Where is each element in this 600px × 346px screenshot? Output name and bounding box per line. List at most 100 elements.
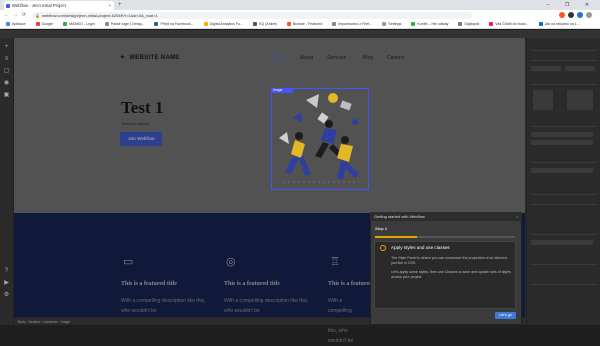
reload-icon[interactable]: ⟳ (22, 10, 26, 20)
element-selection-tag[interactable]: Image (271, 88, 293, 93)
url-input[interactable]: 🔒 webflow.com/design/jenn-initial-projec… (32, 11, 472, 19)
bookmark-favicon-icon (203, 22, 208, 26)
close-icon[interactable]: × (516, 212, 518, 221)
style-field[interactable] (531, 168, 593, 173)
style-field[interactable] (531, 132, 593, 137)
bookmark-favicon-icon (35, 22, 40, 26)
bookmark-label: Importováno z Firef... (338, 22, 373, 26)
bookmark-item[interactable]: Settings (382, 22, 401, 26)
bookmark-item[interactable]: Kontin – Hle odkaty (411, 22, 448, 26)
style-panel-row[interactable] (531, 278, 597, 285)
hero-illustration-svg (271, 88, 369, 190)
style-panel-row[interactable] (531, 54, 597, 61)
extension-icon[interactable] (577, 12, 583, 18)
onboarding-header-title: Getting started with Webflow (374, 214, 425, 219)
nav-link-about[interactable]: About (300, 55, 313, 61)
style-panel-row[interactable] (531, 228, 597, 235)
help-icon[interactable]: ? (3, 268, 10, 275)
window-controls[interactable]: – ❐ ✕ (547, 0, 596, 10)
hero-section[interactable] (14, 38, 525, 213)
feature-title[interactable]: This is a featured title (224, 281, 280, 287)
bookmark-item[interactable]: MAMKO - Login (63, 22, 95, 26)
url-text: webflow.com/design/jenn-initial-project-… (42, 12, 158, 18)
hero-illustration[interactable] (271, 88, 369, 190)
back-icon[interactable]: ← (4, 10, 9, 20)
style-field[interactable] (531, 140, 593, 145)
nav-link-contact[interactable]: Contact (387, 55, 404, 61)
style-panel (526, 38, 600, 325)
hero-button[interactable]: Join Webflow (120, 132, 162, 146)
bookmark-favicon-icon (489, 22, 494, 26)
new-tab-button[interactable]: + (118, 0, 122, 10)
bookmark-item[interactable]: Browse - Featured (286, 22, 323, 26)
feature-icon: ▭ (123, 256, 134, 268)
style-panel-row[interactable] (531, 188, 597, 195)
bookmark-item[interactable]: Vila Čiňaři do budo... (489, 22, 529, 26)
bookmark-item[interactable]: Google (35, 22, 53, 26)
style-panel-row[interactable] (531, 44, 597, 51)
browser-tab[interactable]: Webflow - Jenn Initial Project × (4, 1, 114, 10)
add-panel-icon[interactable]: + (3, 44, 10, 51)
style-panel-row[interactable] (531, 198, 597, 205)
nav-link-home[interactable]: Home (271, 55, 284, 61)
nav-link-blog[interactable]: Blog (363, 55, 373, 61)
extension-icon[interactable] (568, 12, 574, 18)
spacing-box[interactable] (533, 90, 553, 110)
bookmark-favicon-icon (6, 22, 10, 26)
style-panel-row[interactable] (531, 120, 597, 127)
settings-icon[interactable]: ⚙ (3, 292, 10, 299)
onboarding-step-label: Step 2 (375, 226, 388, 231)
style-panel-row[interactable] (531, 258, 597, 265)
bookmark-item[interactable]: Digital Analytics Fu... (203, 22, 243, 26)
feature-title[interactable]: This is a featured title (121, 281, 177, 287)
extension-icons (559, 12, 592, 18)
assets-icon[interactable]: ▣ (3, 92, 10, 99)
hero-subtext[interactable]: Testovací stránka (121, 122, 149, 126)
cms-icon[interactable]: ◉ (3, 80, 10, 87)
profile-avatar-icon[interactable] (586, 12, 592, 18)
navigator-icon[interactable]: ≡ (3, 56, 10, 63)
pages-icon[interactable]: ▢ (3, 68, 10, 75)
hero-heading[interactable]: Test 1 (121, 98, 163, 118)
style-field[interactable] (565, 66, 595, 71)
task-status-icon (380, 245, 386, 251)
tab-close-icon[interactable]: × (109, 1, 111, 10)
bookmark-label: Aplikace (12, 22, 26, 26)
style-panel-row[interactable] (531, 156, 597, 163)
extension-icon[interactable] (559, 12, 565, 18)
site-logo[interactable]: ✦ WEBSITE NAME (120, 54, 180, 61)
style-field[interactable] (531, 66, 561, 71)
forward-icon[interactable]: → (13, 10, 18, 20)
bookmark-item[interactable]: Digitopoli (458, 22, 479, 26)
bookmark-item[interactable]: SQ (Anket) (253, 22, 277, 26)
onboarding-progress-fill (375, 236, 417, 238)
lock-icon: 🔒 (35, 12, 40, 18)
bookmark-item[interactable]: Přejít na Facebook... (154, 22, 194, 26)
bookmark-item[interactable]: Importováno z Firef... (332, 22, 372, 26)
lets-go-button[interactable]: Let's go (495, 312, 516, 319)
bookmark-item[interactable]: Pakké login | Desig... (104, 22, 144, 26)
style-panel-row[interactable] (531, 78, 597, 85)
bookmark-label: Digital Analytics Fu... (209, 22, 243, 26)
bookmark-label: Kontin – Hle odkaty (417, 22, 449, 26)
nav-link-services[interactable]: Services (327, 55, 346, 61)
bookmark-label: Browse - Featured (292, 22, 323, 26)
feature-description[interactable]: With a compelling description like this,… (121, 296, 211, 316)
bookmarks-bar: Aplikace Google MAMKO - Login Pakké login |… (0, 20, 600, 29)
address-bar-row: ← → ⟳ 🔒 webflow.com/design/jenn-initial-… (0, 10, 600, 20)
bookmark-item[interactable]: Jak na reklamu na L... (538, 22, 580, 26)
bookmark-favicon-icon (458, 22, 463, 26)
bookmark-label: Vila Čiňaři do budo... (495, 22, 529, 26)
task-description: The Style Panel is where you can customi… (391, 256, 509, 265)
bookmark-item[interactable]: Aplikace (6, 22, 26, 26)
bookmark-favicon-icon (63, 22, 68, 26)
spacing-box[interactable] (567, 90, 593, 110)
editor-left-toolbar: + ≡ ▢ ◉ ▣ ? ▶ ⚙ (0, 38, 14, 325)
bookmark-label: Settings (388, 22, 402, 26)
bookmark-label: MAMKO - Login (69, 22, 95, 26)
bookmark-label: Digitopoli (464, 22, 480, 26)
tab-title: Webflow - Jenn Initial Project (12, 3, 66, 8)
feature-description[interactable]: With a compelling description like this,… (224, 296, 314, 316)
video-icon[interactable]: ▶ (3, 280, 10, 287)
style-field[interactable] (531, 240, 593, 245)
